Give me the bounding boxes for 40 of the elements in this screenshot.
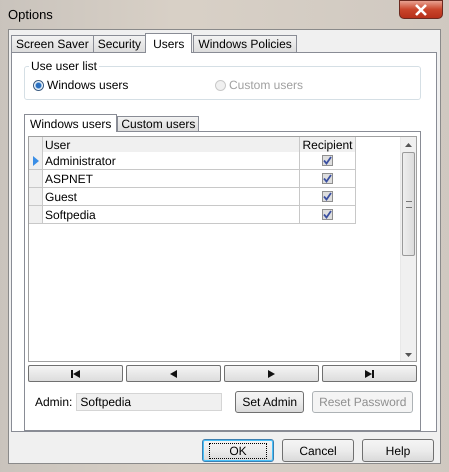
scroll-down-icon bbox=[405, 353, 412, 357]
radio-option[interactable]: Windows users bbox=[33, 78, 215, 92]
checkbox[interactable] bbox=[322, 155, 333, 166]
column-header: User bbox=[43, 137, 300, 152]
tab[interactable]: Users bbox=[145, 33, 192, 53]
group-title: Use user list bbox=[29, 59, 100, 73]
scroll-thumb[interactable] bbox=[402, 152, 415, 256]
admin-button[interactable]: Set Admin bbox=[235, 391, 304, 413]
column-header: Recipient bbox=[300, 137, 356, 152]
last-record-icon bbox=[365, 370, 374, 378]
navigator-button[interactable] bbox=[28, 365, 123, 382]
close-icon bbox=[414, 4, 428, 16]
table-cell: Softpedia bbox=[43, 206, 300, 224]
window-title: Options bbox=[8, 7, 53, 22]
radio-icon bbox=[33, 80, 44, 90]
tab[interactable]: Security bbox=[92, 35, 146, 52]
radio-icon bbox=[215, 80, 226, 90]
scroll-up-icon bbox=[405, 143, 412, 147]
checkbox[interactable] bbox=[322, 173, 333, 184]
checkbox[interactable] bbox=[322, 191, 333, 202]
current-row-icon bbox=[32, 156, 38, 166]
table-cell: Guest bbox=[43, 188, 300, 206]
tab[interactable]: Screen Saver bbox=[11, 35, 94, 52]
dialog-button[interactable]: OK bbox=[202, 439, 274, 462]
table-cell: ASPNET bbox=[43, 170, 300, 188]
first-record-icon bbox=[71, 370, 80, 378]
tab[interactable]: Custom users bbox=[117, 116, 200, 131]
table-cell: Administrator bbox=[43, 152, 300, 170]
close-button[interactable] bbox=[399, 0, 443, 19]
next-record-icon bbox=[268, 370, 275, 378]
admin-label: Admin: bbox=[35, 395, 72, 409]
dialog-button[interactable]: Cancel bbox=[282, 439, 354, 462]
navigator-button[interactable] bbox=[322, 365, 417, 382]
checkbox[interactable] bbox=[322, 209, 333, 220]
vertical-scrollbar[interactable] bbox=[400, 137, 416, 361]
dialog-button[interactable]: Help bbox=[362, 439, 434, 462]
tab[interactable]: Windows users bbox=[24, 114, 118, 132]
admin-field[interactable]: Softpedia bbox=[76, 393, 222, 411]
previous-record-icon bbox=[170, 370, 177, 378]
tab[interactable]: Windows Policies bbox=[193, 35, 297, 52]
